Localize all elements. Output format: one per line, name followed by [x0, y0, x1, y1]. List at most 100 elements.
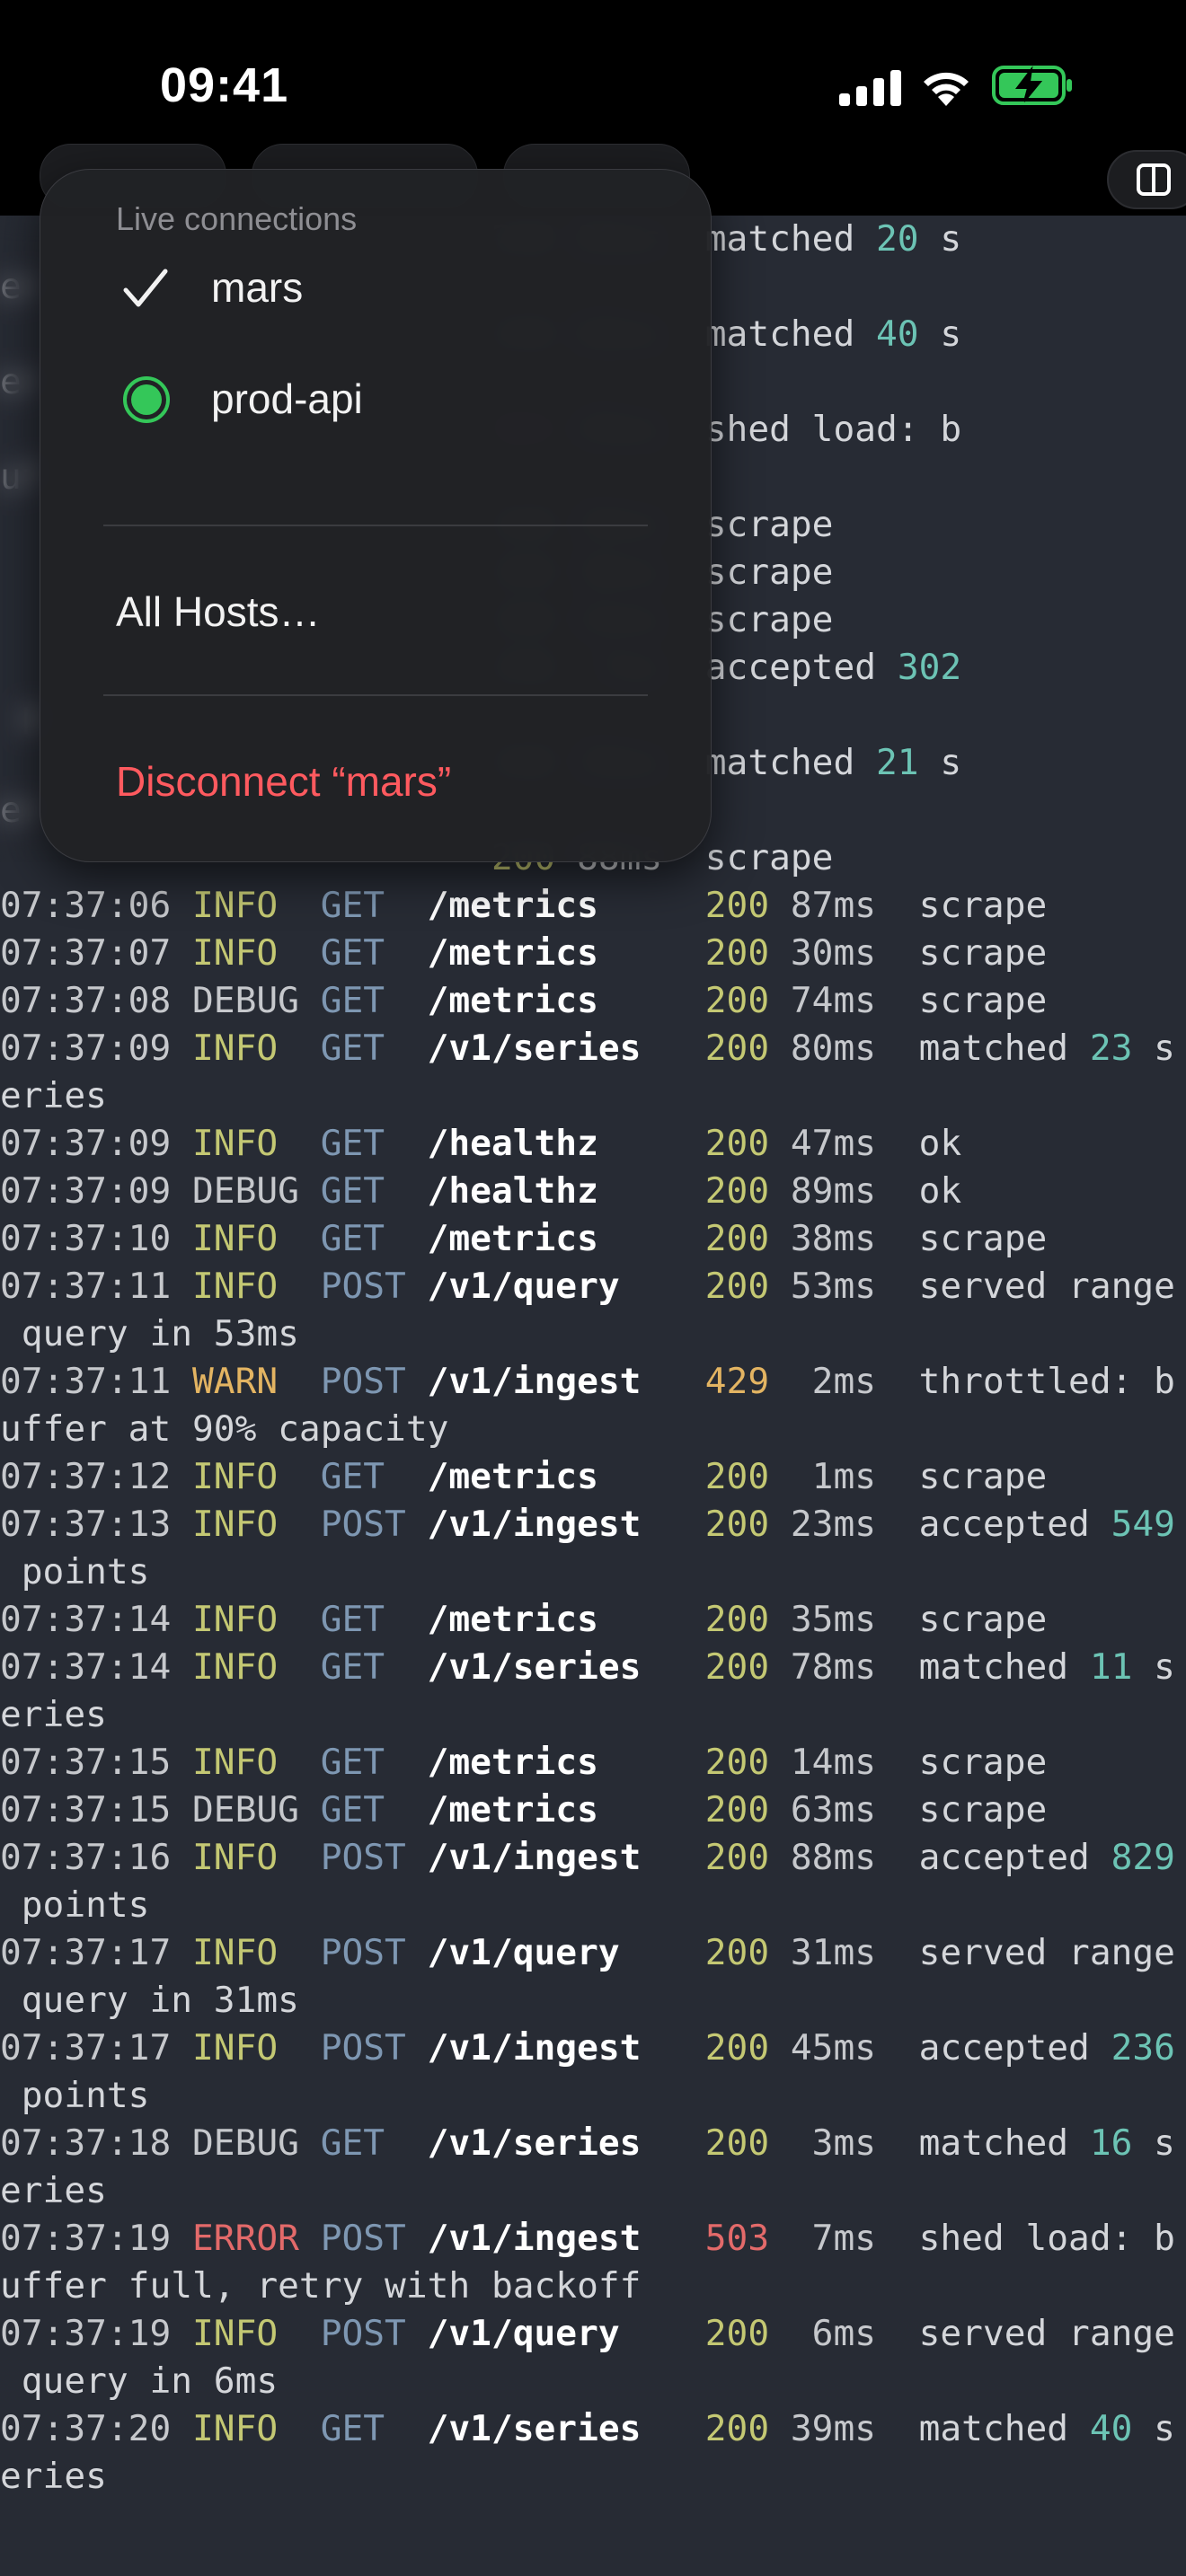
log-row: 07:37:12 INFO GET /metrics 200 1ms scrap…	[0, 1453, 1186, 1501]
status-time: 09:41	[160, 58, 289, 112]
log-message: 40	[1089, 2408, 1133, 2449]
log-message: accepted	[918, 2027, 1111, 2069]
log-timestamp: 07:37:17	[0, 1932, 172, 1973]
log-row: 07:37:20 INFO GET /v1/series 200 39ms ma…	[0, 2405, 1186, 2501]
log-status: 200	[704, 932, 770, 974]
log-timestamp: 07:37:14	[0, 1646, 172, 1688]
log-method: POST	[320, 2313, 406, 2354]
log-method: GET	[320, 980, 385, 1021]
log-row: 07:37:19 ERROR POST /v1/ingest 503 7ms s…	[0, 2215, 1186, 2310]
log-message: matched	[918, 2122, 1090, 2164]
log-path: /v1/series	[427, 1028, 642, 1069]
log-message-wrap: uffer at 90% capacity	[0, 1408, 449, 1450]
log-path: /v1/ingest	[427, 1361, 642, 1402]
log-message: matched	[704, 313, 877, 355]
log-timestamp: 07:37:13	[0, 1504, 172, 1545]
log-method: GET	[320, 1646, 385, 1688]
log-duration: 63ms	[790, 1789, 877, 1831]
log-duration: 88ms	[790, 1837, 877, 1878]
log-message: served range	[918, 1932, 1175, 1973]
connections-menu: Live connections mars prod-api All Hosts…	[40, 169, 712, 862]
log-message-wrap: eries	[0, 1075, 107, 1116]
log-path: /v1/ingest	[427, 1837, 642, 1878]
log-row: 07:37:07 INFO GET /metrics 200 30ms scra…	[0, 930, 1186, 977]
log-timestamp: 07:37:16	[0, 1837, 172, 1878]
log-level: INFO	[192, 885, 279, 926]
log-method: GET	[320, 2408, 385, 2449]
log-message: ok	[918, 1123, 962, 1164]
menu-divider	[103, 525, 648, 526]
log-message: matched	[704, 218, 877, 260]
log-timestamp: 07:37:20	[0, 2408, 172, 2449]
log-method: GET	[320, 1742, 385, 1783]
log-message: scrape	[918, 1742, 1048, 1783]
log-level: DEBUG	[192, 1170, 299, 1212]
log-method: GET	[320, 2122, 385, 2164]
all-hosts-label: All Hosts…	[116, 588, 321, 635]
log-method: POST	[320, 1932, 406, 1973]
log-method: POST	[320, 2027, 406, 2069]
log-timestamp: 07:37:12	[0, 1456, 172, 1497]
log-message: 236	[1111, 2027, 1175, 2069]
log-message: matched	[918, 1646, 1090, 1688]
log-level: INFO	[192, 1599, 279, 1640]
log-level: INFO	[192, 1837, 279, 1878]
log-row: 07:37:09 DEBUG GET /healthz 200 89ms ok	[0, 1168, 1186, 1215]
log-row: 07:37:08 DEBUG GET /metrics 200 74ms scr…	[0, 977, 1186, 1025]
log-timestamp: 07:37:18	[0, 2122, 172, 2164]
log-row: 07:37:11 WARN POST /v1/ingest 429 2ms th…	[0, 1358, 1186, 1453]
log-level: INFO	[192, 1218, 279, 1259]
sidebar-toggle-button[interactable]	[1107, 150, 1186, 209]
log-message: accepted	[918, 1504, 1111, 1545]
log-method: GET	[320, 1170, 385, 1212]
log-status: 200	[704, 2027, 770, 2069]
menu-item-prod-api[interactable]: prod-api	[40, 349, 711, 448]
log-message-wrap: query in 53ms	[0, 1313, 299, 1354]
log-timestamp: 07:37:11	[0, 1361, 172, 1402]
log-level: INFO	[192, 1123, 279, 1164]
log-status: 200	[704, 980, 770, 1021]
log-status: 200	[704, 1218, 770, 1259]
log-message: scrape	[918, 932, 1048, 974]
log-level: INFO	[192, 2313, 279, 2354]
log-duration: 74ms	[790, 980, 877, 1021]
log-row: 07:37:09 INFO GET /v1/series 200 80ms ma…	[0, 1025, 1186, 1120]
log-method: GET	[320, 1218, 385, 1259]
log-message-wrap: points	[0, 1884, 150, 1926]
log-message-wrap: eries	[0, 2456, 107, 2497]
log-timestamp: 07:37:09	[0, 1123, 172, 1164]
log-method: POST	[320, 1837, 406, 1878]
log-timestamp: 07:37:07	[0, 932, 172, 974]
log-path: /healthz	[427, 1170, 598, 1212]
log-path: /v1/query	[427, 1932, 620, 1973]
log-method: GET	[320, 1599, 385, 1640]
log-message: s	[1132, 2122, 1175, 2164]
log-timestamp: 07:37:08	[0, 980, 172, 1021]
log-path: /v1/ingest	[427, 1504, 642, 1545]
disconnect-button[interactable]: Disconnect “mars”	[40, 732, 711, 831]
green-status-dot-icon	[123, 376, 170, 423]
log-message-wrap: uffer full, retry with backoff	[0, 2265, 642, 2307]
log-duration: 45ms	[790, 2027, 877, 2069]
log-level: INFO	[192, 1504, 279, 1545]
log-message: matched	[918, 1028, 1090, 1069]
log-path: /v1/series	[427, 1646, 642, 1688]
log-row: 07:37:14 INFO GET /metrics 200 35ms scra…	[0, 1596, 1186, 1644]
menu-item-mars[interactable]: mars	[40, 238, 711, 337]
log-message: 20	[876, 218, 919, 260]
log-duration: 14ms	[790, 1742, 877, 1783]
cellular-signal-icon	[839, 70, 901, 106]
log-status: 200	[704, 1028, 770, 1069]
log-message: s	[1132, 1028, 1175, 1069]
log-duration: 2ms	[790, 1361, 877, 1402]
log-level: DEBUG	[192, 980, 299, 1021]
log-message: 829	[1111, 1837, 1175, 1878]
log-status: 200	[704, 1599, 770, 1640]
all-hosts-button[interactable]: All Hosts…	[40, 562, 711, 661]
log-message: 549	[1111, 1504, 1175, 1545]
log-message: matched	[918, 2408, 1090, 2449]
log-duration: 31ms	[790, 1932, 877, 1973]
log-message: 11	[1089, 1646, 1133, 1688]
log-path: /v1/series	[427, 2408, 642, 2449]
log-level: INFO	[192, 2027, 279, 2069]
